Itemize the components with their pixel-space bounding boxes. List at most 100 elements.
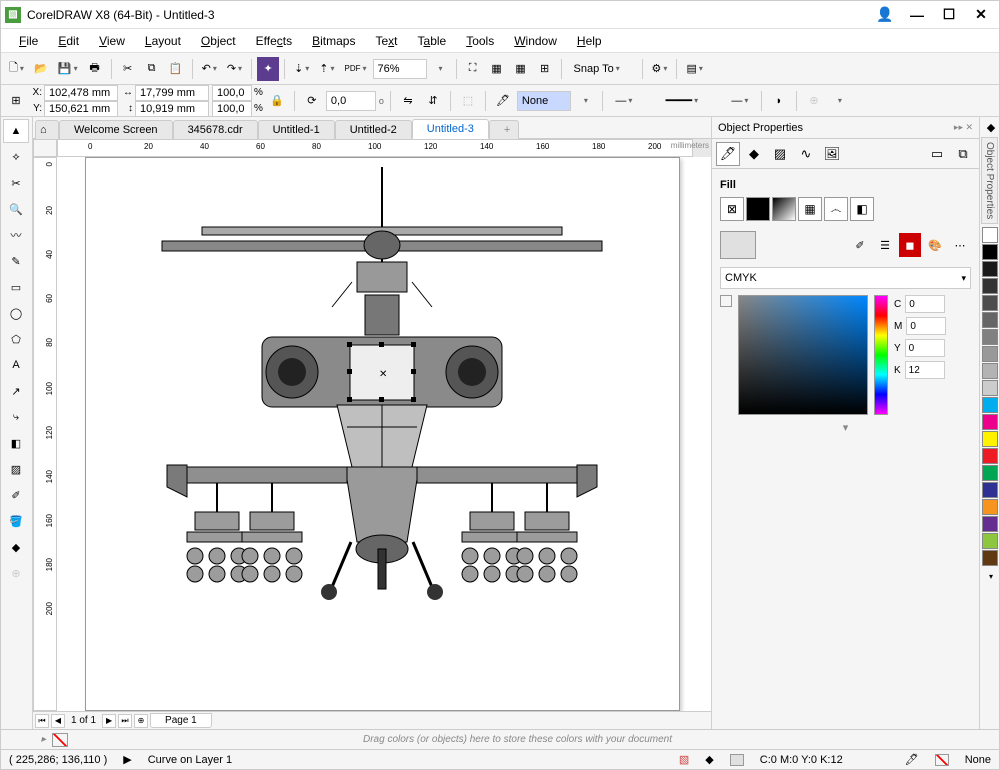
cut-button[interactable]: ✂ <box>117 57 139 81</box>
tab-image-icon[interactable]: 🖼 <box>820 142 844 166</box>
outline-dd[interactable] <box>574 89 596 113</box>
print-button[interactable]: 🖶 <box>84 57 106 81</box>
palette-swatch-5[interactable] <box>982 312 998 328</box>
tab-curve-icon[interactable]: ∿ <box>794 142 818 166</box>
outline-tool[interactable]: ◆ <box>3 535 29 559</box>
palette-flyout-icon[interactable]: ◆ <box>980 119 1000 135</box>
freehand-tool[interactable]: 〰 <box>3 223 29 247</box>
eyedropper-tool[interactable]: ✐ <box>3 483 29 507</box>
polygon-tool[interactable]: ⬠ <box>3 327 29 351</box>
panel-collapse-icon[interactable]: ▸▸ ✕ <box>954 122 973 133</box>
pick-tool[interactable]: ▲ <box>3 119 29 143</box>
line-start-dd[interactable]: — <box>609 89 639 113</box>
zoom-input[interactable] <box>373 59 427 79</box>
maximize-button[interactable]: ☐ <box>935 5 963 25</box>
palette-swatch-10[interactable] <box>982 397 998 413</box>
menu-tools[interactable]: Tools <box>456 31 504 51</box>
nav-last[interactable]: ⏭ <box>118 714 132 728</box>
menu-effects[interactable]: Effects <box>246 31 302 51</box>
palette-swatch-19[interactable] <box>982 550 998 566</box>
mirror-v-button[interactable]: ⇵ <box>422 89 444 113</box>
tab-detail-icon[interactable]: ⧉ <box>951 142 975 166</box>
text-tool[interactable]: A <box>3 353 29 377</box>
tab-add[interactable]: + <box>489 120 519 139</box>
y-input[interactable] <box>905 339 945 357</box>
swatch-icon[interactable]: ◼ <box>899 233 921 257</box>
zoom-tool[interactable]: 🔍 <box>3 197 29 221</box>
menu-view[interactable]: View <box>89 31 135 51</box>
palette-swatch-6[interactable] <box>982 329 998 345</box>
tab-untitled-3[interactable]: Untitled-3 <box>412 119 489 139</box>
shape-tool[interactable]: ⟡ <box>3 145 29 169</box>
artistic-tool[interactable]: ✎ <box>3 249 29 273</box>
current-fill-swatch[interactable] <box>720 231 756 259</box>
tab-summary-icon[interactable]: ▭ <box>925 142 949 166</box>
line-end-dd[interactable]: — <box>725 89 755 113</box>
scalex-input[interactable] <box>212 85 252 101</box>
more-tools[interactable]: ⊕ <box>3 561 29 585</box>
nav-next[interactable]: ▶ <box>102 714 116 728</box>
options-button[interactable]: ⚙ <box>648 57 672 81</box>
menu-help[interactable]: Help <box>567 31 612 51</box>
palette-swatch-0[interactable] <box>982 227 998 243</box>
menu-edit[interactable]: Edit <box>48 31 89 51</box>
hue-slider[interactable] <box>874 295 888 415</box>
menu-bitmaps[interactable]: Bitmaps <box>302 31 365 51</box>
page-tab-1[interactable]: Page 1 <box>150 713 212 728</box>
nav-add-page[interactable]: ⊕ <box>134 714 148 728</box>
new-button[interactable]: 🗋 <box>5 57 28 81</box>
palette-swatch-17[interactable] <box>982 516 998 532</box>
color-field[interactable] <box>738 295 868 415</box>
scaley-input[interactable] <box>212 101 252 117</box>
open-button[interactable]: 📂 <box>30 57 52 81</box>
tab-untitled-1[interactable]: Untitled-1 <box>258 120 335 139</box>
minimize-button[interactable]: — <box>903 5 931 25</box>
status-bitmap-icon[interactable]: ▧ <box>679 753 689 766</box>
ruler-vertical[interactable]: 020406080100120140160180200 <box>33 157 57 711</box>
lock-ratio-button[interactable]: 🔒 <box>266 89 288 113</box>
parallel-dim-tool[interactable]: ↗ <box>3 379 29 403</box>
palette-swatch-16[interactable] <box>982 499 998 515</box>
palette-swatch-11[interactable] <box>982 414 998 430</box>
palette-icon[interactable]: 🎨 <box>924 233 946 257</box>
ellipse-tool[interactable]: ◯ <box>3 301 29 325</box>
status-arrow-icon[interactable]: ▶ <box>123 753 131 766</box>
postscript-fill-icon[interactable]: ◧ <box>850 197 874 221</box>
mirror-h-button[interactable]: ⇋ <box>397 89 419 113</box>
tab-welcome[interactable]: Welcome Screen <box>59 120 173 139</box>
user-icon[interactable]: 👤 <box>871 5 899 25</box>
line-style-dd[interactable]: ━━━━ <box>642 89 722 113</box>
search-button[interactable]: ✦ <box>257 57 279 81</box>
palette-swatch-1[interactable] <box>982 244 998 260</box>
import-button[interactable]: ⇣ <box>290 57 313 81</box>
no-color-icon[interactable] <box>52 733 68 747</box>
rotation-input[interactable] <box>326 91 376 111</box>
color-model-select[interactable]: CMYK <box>720 267 971 289</box>
height-input[interactable] <box>135 101 209 117</box>
palette-swatch-12[interactable] <box>982 431 998 447</box>
palette-swatch-4[interactable] <box>982 295 998 311</box>
nav-prev[interactable]: ◀ <box>51 714 65 728</box>
rectangle-tool[interactable]: ▭ <box>3 275 29 299</box>
snap-dropdown[interactable]: Snap To <box>567 57 637 81</box>
ruler-horizontal[interactable]: 020406080100120140160180200 <box>57 139 693 157</box>
close-button[interactable]: ✕ <box>967 5 995 25</box>
palette-swatch-8[interactable] <box>982 363 998 379</box>
k-input[interactable] <box>905 361 945 379</box>
object-origin-icon[interactable]: ⊞ <box>5 89 27 113</box>
palette-swatch-2[interactable] <box>982 261 998 277</box>
menu-file[interactable]: File <box>9 31 48 51</box>
palette-swatch-15[interactable] <box>982 482 998 498</box>
colorbar-arrow-icon[interactable]: ▸ <box>41 734 46 745</box>
tab-outline-icon[interactable]: 🖊 <box>716 142 740 166</box>
status-outline-pen-icon[interactable]: 🖊 <box>905 753 919 766</box>
redo-button[interactable]: ↷ <box>223 57 246 81</box>
palette-scroll-down[interactable]: ▾ <box>980 569 1000 583</box>
palette-swatch-13[interactable] <box>982 448 998 464</box>
guides-button[interactable]: ⊞ <box>534 57 556 81</box>
copy-button[interactable]: ⧉ <box>141 57 163 81</box>
menu-table[interactable]: Table <box>408 31 457 51</box>
ruler-corner[interactable] <box>33 139 57 157</box>
tab-untitled-2[interactable]: Untitled-2 <box>335 120 412 139</box>
outline-width-input[interactable] <box>517 91 571 111</box>
